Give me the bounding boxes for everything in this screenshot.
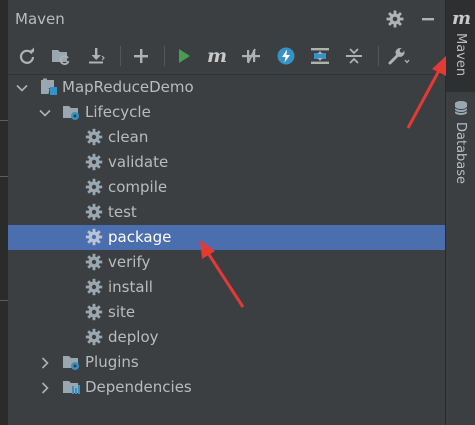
lifecycle-goal-clean[interactable]: clean <box>8 125 445 150</box>
lifecycle-goal-package[interactable]: package <box>8 225 445 250</box>
tree-node-dependencies[interactable]: Dependencies <box>8 375 445 400</box>
toolbar-separator <box>378 46 379 66</box>
lifecycle-goal-site[interactable]: site <box>8 300 445 325</box>
maven-icon: m <box>452 8 472 29</box>
generate-sources-icon[interactable] <box>48 44 74 68</box>
toolbar-separator <box>164 46 165 66</box>
lifecycle-goal-compile[interactable]: compile <box>8 175 445 200</box>
database-side-tab[interactable]: Database <box>446 96 475 186</box>
gear-icon <box>85 178 103 196</box>
gear-icon <box>85 253 103 271</box>
skip-tests-icon[interactable] <box>273 44 299 68</box>
plugins-folder-icon <box>63 356 79 370</box>
tree-node-lifecycle[interactable]: Lifecycle <box>8 100 445 125</box>
project-name: MapReduceDemo <box>62 78 194 96</box>
gear-icon <box>85 303 103 321</box>
chevron-down-icon[interactable] <box>15 81 29 95</box>
lifecycle-goal-test[interactable]: test <box>8 200 445 225</box>
gear-icon <box>85 278 103 296</box>
chevron-down-icon[interactable] <box>38 106 52 120</box>
maven-goal-label: m <box>206 45 228 67</box>
maven-project-icon: m <box>41 78 58 96</box>
plugins-label: Plugins <box>85 353 139 371</box>
goal-label: compile <box>108 178 168 196</box>
lifecycle-goal-deploy[interactable]: deploy <box>8 325 445 350</box>
tool-window-header: Maven <box>8 0 445 38</box>
dependencies-folder-icon <box>63 381 80 394</box>
gear-icon[interactable] <box>383 7 407 31</box>
gear-icon <box>85 228 103 246</box>
lifecycle-folder-icon <box>63 106 79 120</box>
add-project-icon[interactable] <box>128 44 154 68</box>
goal-label: verify <box>108 253 151 271</box>
gear-icon <box>85 203 103 221</box>
lifecycle-label: Lifecycle <box>85 103 151 121</box>
dependencies-label: Dependencies <box>85 378 192 396</box>
maven-goal-icon[interactable]: m <box>204 44 230 68</box>
run-icon[interactable] <box>171 44 197 68</box>
goal-label: clean <box>108 128 149 146</box>
editor-edge <box>0 0 8 425</box>
tree-node-plugins[interactable]: Plugins <box>8 350 445 375</box>
database-icon <box>454 101 468 115</box>
gear-icon <box>85 328 103 346</box>
right-tool-window-bar: m Maven Database <box>445 0 475 425</box>
goal-label: deploy <box>108 328 159 346</box>
maven-tab-label: Maven <box>453 33 468 77</box>
maven-side-tab[interactable]: m Maven <box>446 0 475 92</box>
gear-icon <box>85 128 103 146</box>
settings-wrench-icon[interactable] <box>386 44 412 68</box>
collapse-all-icon[interactable] <box>341 44 367 68</box>
goal-label: test <box>108 203 137 221</box>
maven-tool-window: Maven m MapReduceDemo Lifecycle clean va… <box>8 0 445 425</box>
chevron-right-icon[interactable] <box>38 356 52 370</box>
toolbar-separator <box>120 46 121 66</box>
gear-icon <box>85 153 103 171</box>
reload-all-icon[interactable] <box>14 44 40 68</box>
lifecycle-goal-validate[interactable]: validate <box>8 150 445 175</box>
lifecycle-goal-install[interactable]: install <box>8 275 445 300</box>
minimize-icon[interactable] <box>416 7 440 31</box>
panel-title: Maven <box>15 10 65 28</box>
tree-node-project[interactable]: m MapReduceDemo <box>8 75 445 100</box>
goal-label: install <box>108 278 153 296</box>
chevron-right-icon[interactable] <box>38 381 52 395</box>
goal-label: validate <box>108 153 169 171</box>
database-tab-label: Database <box>453 122 468 185</box>
maven-toolbar: m <box>8 38 445 75</box>
show-dependencies-icon[interactable] <box>307 44 333 68</box>
goal-label: package <box>108 228 172 246</box>
lifecycle-goal-verify[interactable]: verify <box>8 250 445 275</box>
goal-label: site <box>108 303 136 321</box>
toggle-offline-icon[interactable] <box>238 44 264 68</box>
download-icon[interactable] <box>83 44 109 68</box>
